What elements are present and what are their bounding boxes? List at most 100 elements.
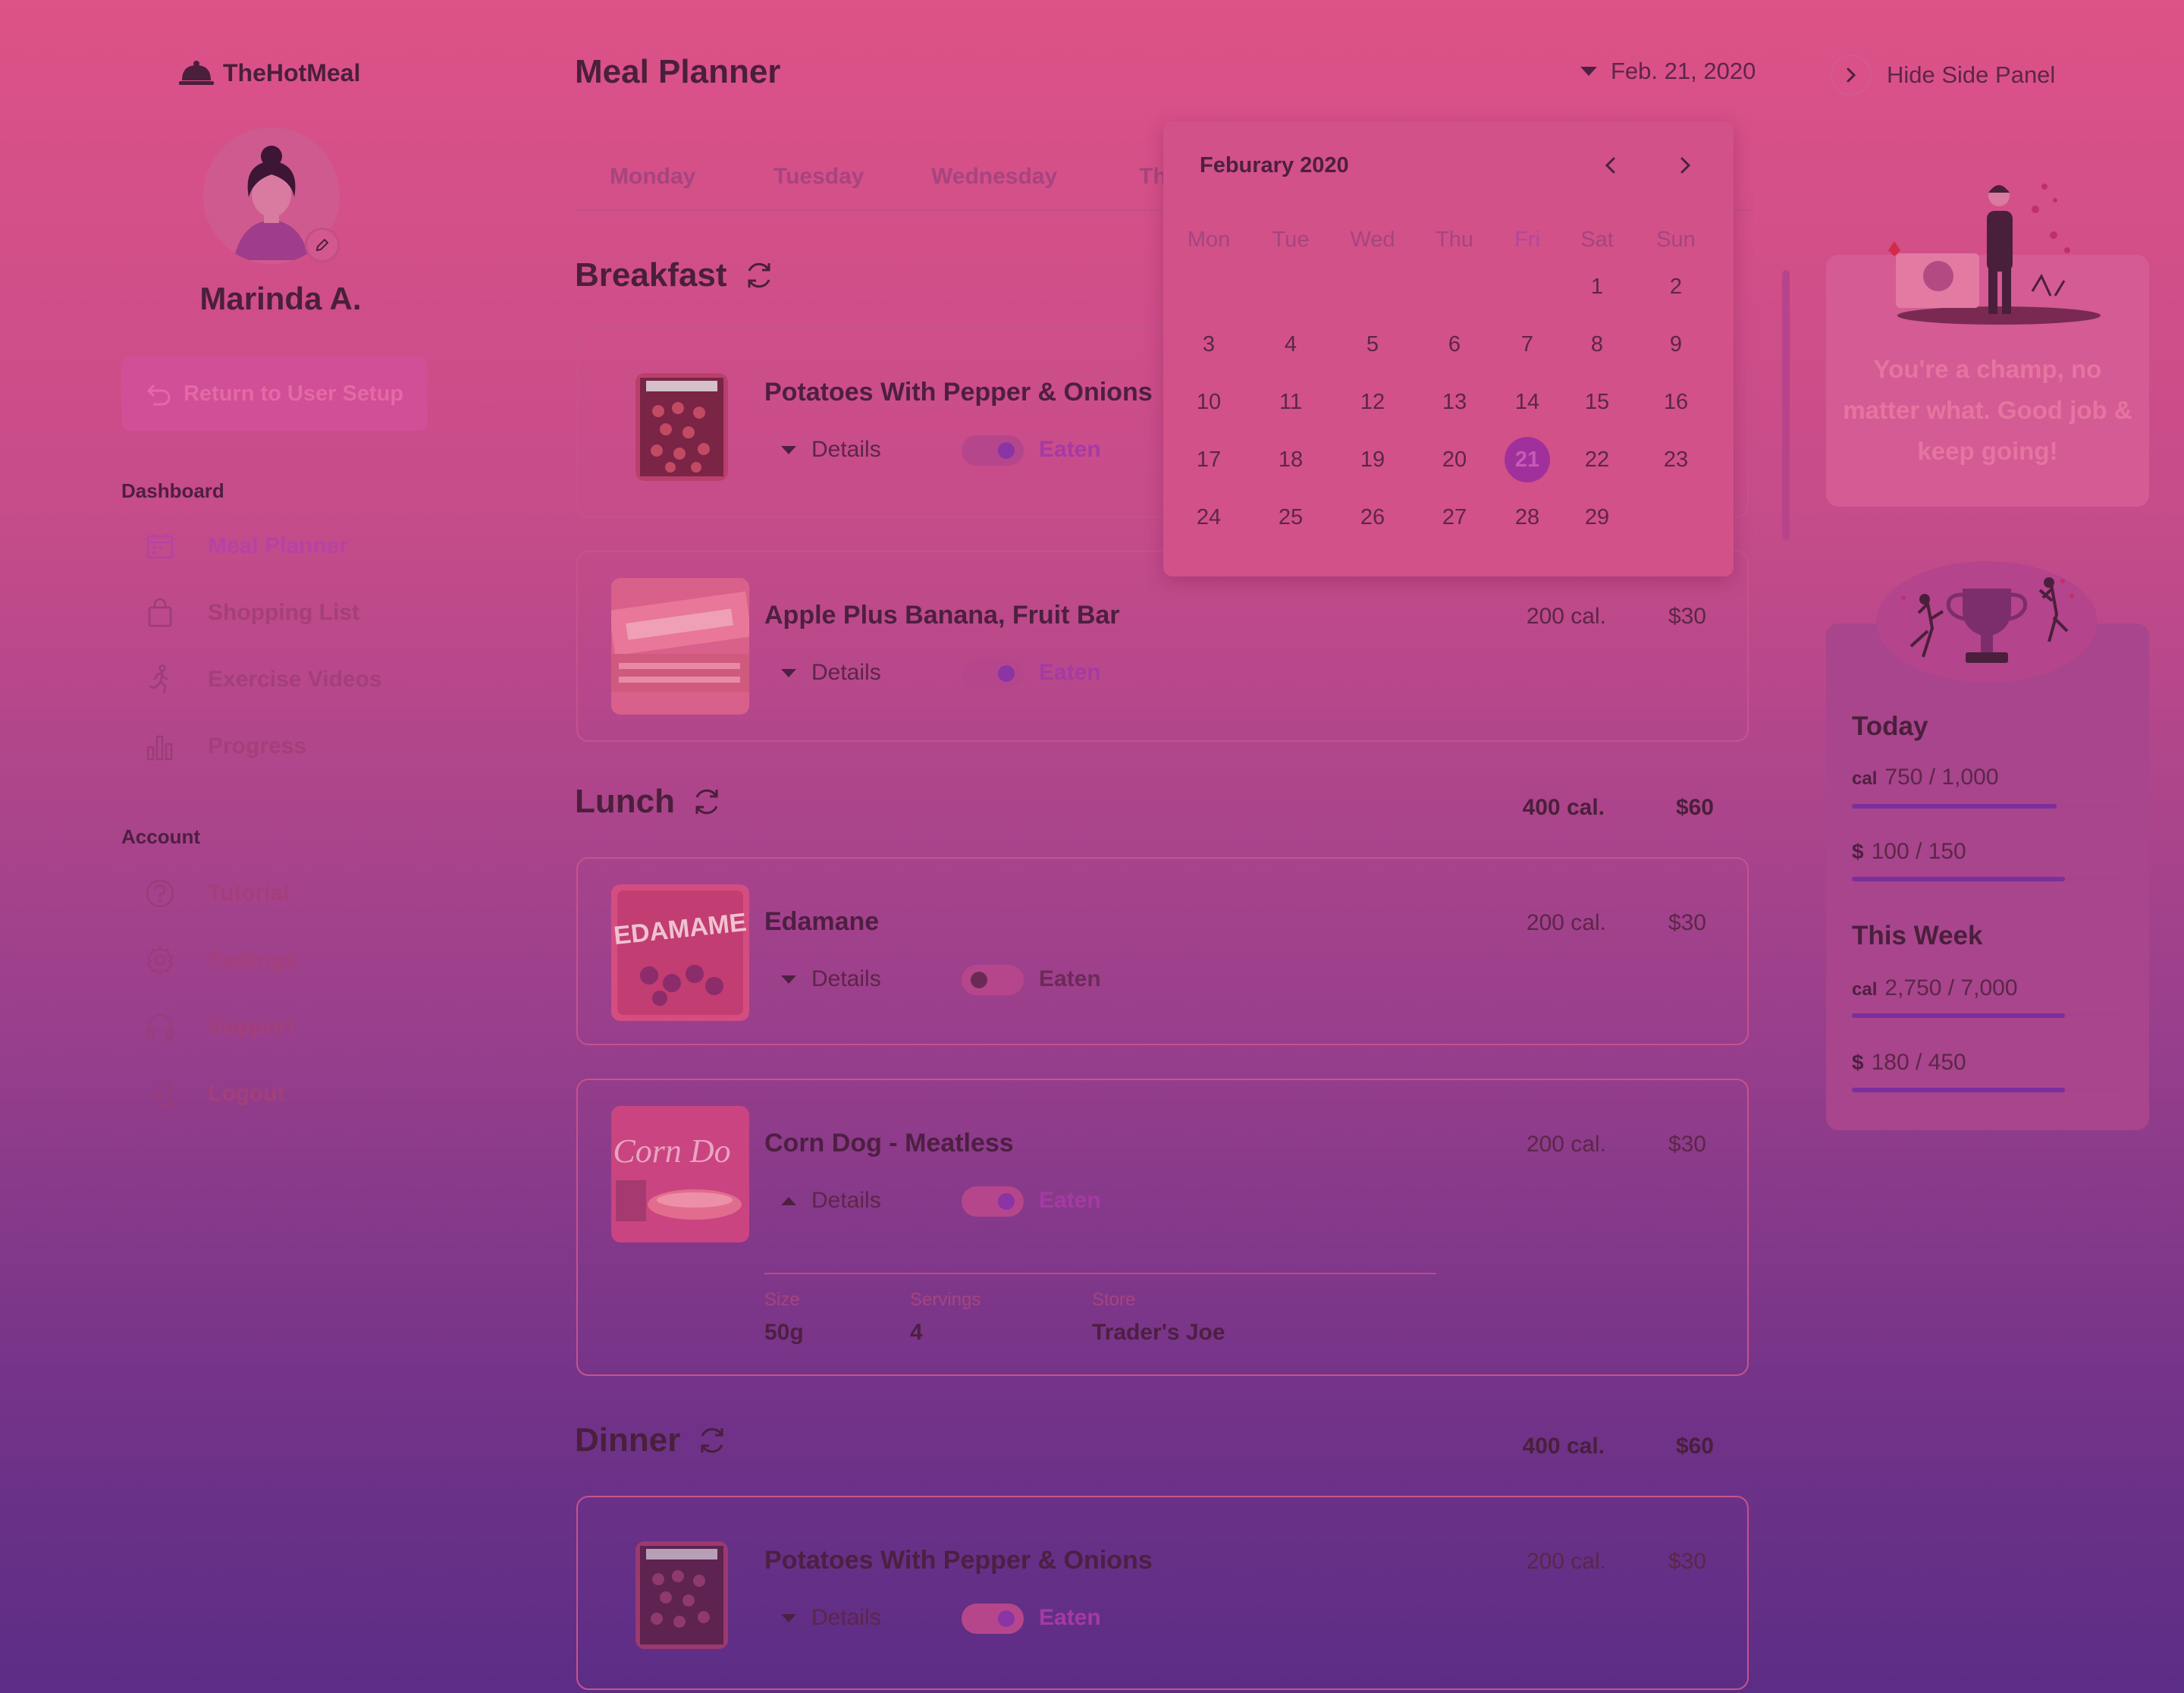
- tab-monday[interactable]: Monday: [610, 164, 695, 190]
- calendar-day[interactable]: 22: [1574, 437, 1620, 482]
- chevron-right-icon: [1680, 157, 1691, 174]
- calendar-day[interactable]: 26: [1350, 495, 1395, 540]
- eaten-switch[interactable]: [962, 1186, 1024, 1217]
- main-scrollbar[interactable]: [1782, 270, 1790, 540]
- week-calories-progress: [1852, 1013, 2125, 1018]
- item-name: Potatoes With Pepper & Onions: [764, 1546, 1153, 1575]
- nav-item-tutorial[interactable]: Tutorial: [144, 871, 290, 916]
- calendar-day[interactable]: 6: [1432, 322, 1477, 367]
- nav-item-progress[interactable]: Progress: [144, 724, 306, 769]
- calendar-day[interactable]: 14: [1505, 379, 1550, 425]
- calendar-day[interactable]: 12: [1350, 379, 1395, 425]
- dinner-total-price: $60: [1675, 1434, 1714, 1459]
- bar-chart-icon: [146, 735, 173, 761]
- chevron-right-button[interactable]: [1831, 55, 1872, 96]
- calendar-day[interactable]: 28: [1505, 495, 1550, 540]
- weekday-thu: Thu: [1436, 228, 1473, 252]
- eaten-switch[interactable]: [962, 658, 1024, 689]
- calendar-day[interactable]: 10: [1186, 379, 1232, 425]
- tab-tuesday[interactable]: Tuesday: [774, 164, 864, 190]
- running-icon: [149, 664, 168, 694]
- details-toggle[interactable]: Details: [781, 1605, 881, 1631]
- calendar-day[interactable]: 9: [1653, 322, 1699, 367]
- next-month-button[interactable]: [1668, 149, 1702, 182]
- calendar-day[interactable]: 19: [1350, 437, 1395, 482]
- calendar-day[interactable]: 25: [1268, 495, 1313, 540]
- nav-item-shopping-list[interactable]: Shopping List: [144, 590, 359, 636]
- stat-value: 750 / 1,000: [1884, 765, 1999, 790]
- item-name: Edamane: [764, 907, 880, 936]
- calendar-day[interactable]: 16: [1653, 379, 1699, 425]
- gear-icon: [146, 946, 174, 975]
- meal-title: Breakfast: [575, 256, 727, 294]
- nav-item-support[interactable]: Support: [144, 1004, 295, 1050]
- caret-down-icon: [781, 668, 796, 677]
- refresh-icon[interactable]: [690, 785, 723, 818]
- meal-card[interactable]: EDAMAME Edamane 200 cal. $30 Details Eat…: [576, 857, 1749, 1045]
- servings-value: 4: [910, 1320, 923, 1345]
- refresh-icon[interactable]: [742, 259, 776, 292]
- calendar-day[interactable]: 3: [1186, 322, 1232, 367]
- eaten-switch[interactable]: [962, 1603, 1024, 1634]
- edit-avatar-button[interactable]: [305, 228, 340, 262]
- switch-knob: [998, 665, 1015, 682]
- calendar-day[interactable]: 5: [1350, 322, 1395, 367]
- eaten-label: Eaten: [1039, 1188, 1101, 1213]
- return-to-user-setup-button[interactable]: Return to User Setup: [121, 357, 428, 431]
- calendar-day[interactable]: 17: [1186, 437, 1232, 482]
- brand-logo[interactable]: TheHotMeal: [179, 58, 360, 88]
- details-toggle[interactable]: Details: [781, 1188, 881, 1214]
- details-toggle[interactable]: Details: [781, 660, 881, 686]
- avatar[interactable]: [203, 127, 340, 264]
- calendar-day[interactable]: 13: [1432, 379, 1477, 425]
- tab-wednesday[interactable]: Wednesday: [931, 164, 1057, 190]
- refresh-icon[interactable]: [695, 1424, 729, 1457]
- today-heading: Today: [1852, 711, 1928, 741]
- food-image: EDAMAME: [611, 884, 749, 1021]
- calendar-day-selected[interactable]: 21: [1505, 437, 1550, 482]
- eaten-label: Eaten: [1039, 437, 1101, 462]
- calendar-day[interactable]: 2: [1653, 264, 1699, 309]
- champion-illustration: [1888, 184, 2101, 325]
- details-toggle[interactable]: Details: [781, 966, 881, 992]
- calendar-day[interactable]: 11: [1268, 379, 1313, 425]
- calendar-day[interactable]: 24: [1186, 495, 1232, 540]
- nav-item-logout[interactable]: Logout: [144, 1071, 285, 1117]
- calendar-day[interactable]: 29: [1574, 495, 1620, 540]
- nav-label: Meal Planner: [208, 533, 349, 558]
- hide-side-panel-button[interactable]: Hide Side Panel: [1831, 55, 2055, 96]
- calendar-day[interactable]: 23: [1653, 437, 1699, 482]
- week-budget-progress: [1852, 1088, 2125, 1092]
- item-price: $30: [1668, 604, 1706, 629]
- calendar-day[interactable]: 15: [1574, 379, 1620, 425]
- week-budget: $ 180 / 450: [1852, 1050, 1966, 1076]
- nav-item-settings[interactable]: Settings: [144, 938, 297, 983]
- nav-label: Progress: [208, 733, 307, 759]
- shopping-bag-icon: [148, 598, 172, 627]
- item-price: $30: [1668, 910, 1706, 935]
- calendar-day[interactable]: 4: [1268, 322, 1313, 367]
- date-picker[interactable]: Feb. 21, 2020: [1580, 58, 1756, 85]
- app-root: TheHotMeal Marinda A. Return to User Set…: [0, 0, 2184, 1693]
- eaten-switch[interactable]: [962, 435, 1024, 466]
- nav-item-exercise-videos[interactable]: Exercise Videos: [144, 657, 382, 702]
- item-calories: 200 cal.: [1526, 910, 1606, 935]
- details-toggle[interactable]: Details: [781, 437, 881, 463]
- eaten-switch[interactable]: [962, 965, 1024, 995]
- meal-card[interactable]: Apple Plus Banana, Fruit Bar 200 cal. $3…: [576, 551, 1749, 742]
- calendar-day[interactable]: 1: [1574, 264, 1620, 309]
- calendar-day[interactable]: 7: [1505, 322, 1550, 367]
- calendar-day[interactable]: 18: [1268, 437, 1313, 482]
- calendar-day[interactable]: 8: [1574, 322, 1620, 367]
- nav-item-meal-planner[interactable]: Meal Planner: [144, 523, 348, 569]
- meal-card-expanded[interactable]: Corn Do Corn Dog - Meatless 200 cal. $30…: [576, 1079, 1749, 1376]
- store-label: Store: [1092, 1289, 1136, 1310]
- nav-label: Exercise Videos: [208, 667, 382, 692]
- calendar-day[interactable]: 27: [1432, 495, 1477, 540]
- previous-month-button[interactable]: [1594, 149, 1627, 182]
- calendar-day[interactable]: 20: [1432, 437, 1477, 482]
- stat-unit: $: [1852, 840, 1864, 863]
- today-budget: $ 100 / 150: [1852, 839, 1966, 865]
- meal-card[interactable]: Potatoes With Pepper & Onions 200 cal. $…: [576, 1496, 1749, 1690]
- dashboard-section-label: Dashboard: [121, 479, 224, 502]
